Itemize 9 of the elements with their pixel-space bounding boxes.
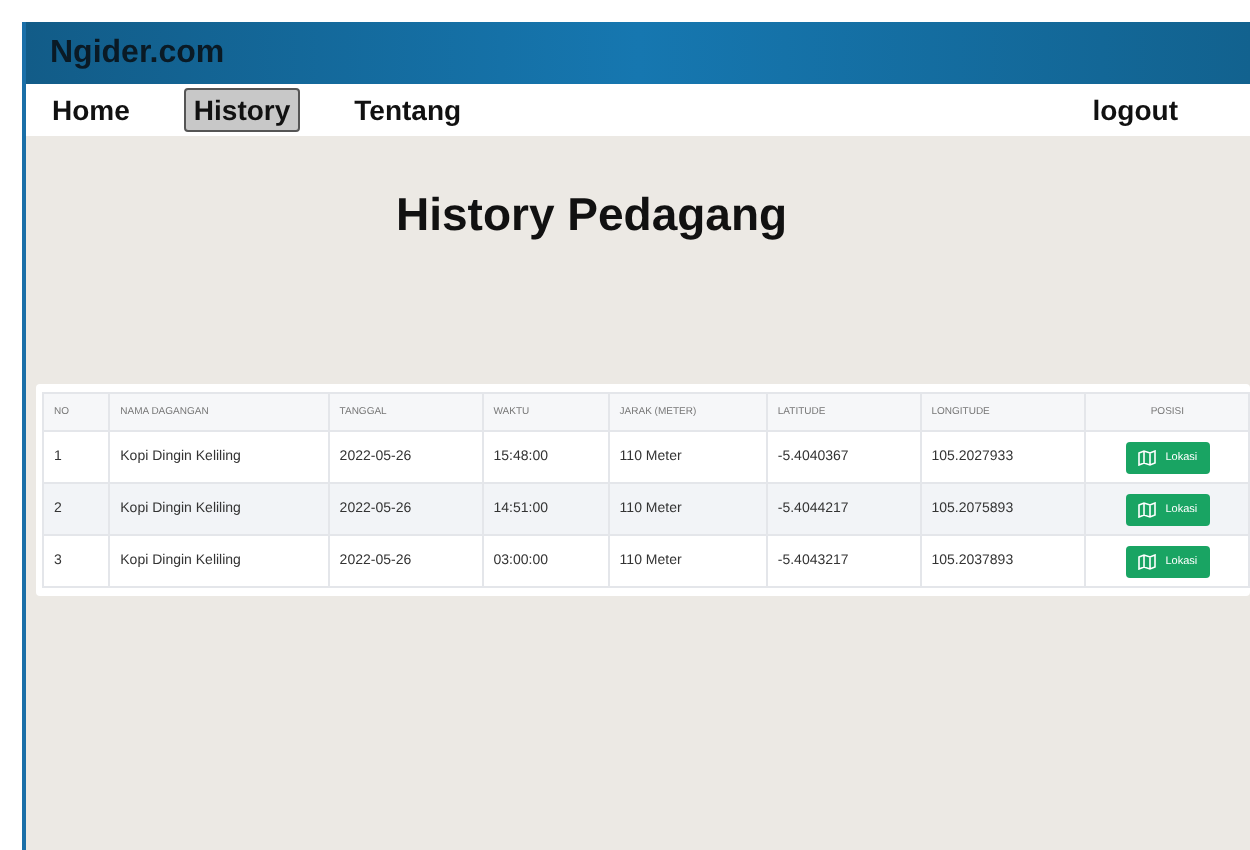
logout-link[interactable]: logout	[1092, 94, 1178, 126]
nav-link[interactable]: Tentang	[344, 88, 472, 132]
map-icon	[1137, 449, 1156, 465]
nav-link[interactable]: Home	[42, 88, 140, 132]
map-icon	[1137, 501, 1156, 517]
page-heading: History Pedagang	[396, 188, 790, 242]
map-icon	[1137, 553, 1156, 569]
site-title: Ngider.com	[50, 35, 225, 71]
nav-link[interactable]: History	[183, 88, 301, 132]
